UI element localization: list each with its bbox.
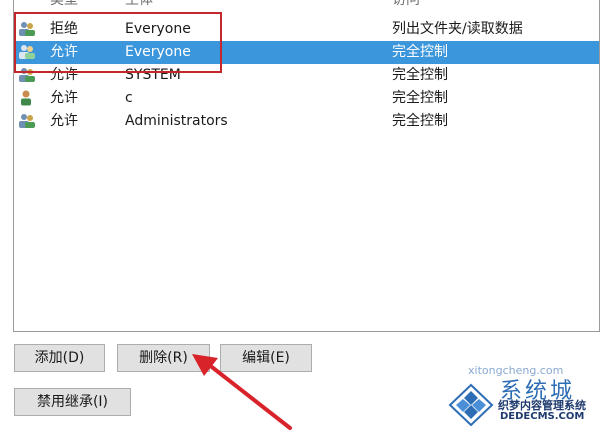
entry-type: 允许 (50, 90, 78, 106)
column-header-principal[interactable]: 主体 (125, 0, 375, 12)
add-button[interactable]: 添加(D) (14, 344, 105, 372)
user-group-icon (18, 110, 38, 133)
annotation-arrow-icon (192, 354, 292, 430)
entry-access: 完全控制 (392, 67, 448, 83)
entry-principal: Administrators (125, 113, 228, 129)
list-header: 类型 主体 访问 (14, 0, 599, 12)
entry-access: 列出文件夹/读取数据 (392, 21, 523, 37)
entry-principal: c (125, 90, 133, 106)
disable-inheritance-button[interactable]: 禁用继承(I) (14, 388, 131, 416)
entry-access: 完全控制 (392, 113, 448, 129)
entry-type: 允许 (50, 113, 78, 129)
user-icon (18, 87, 38, 110)
entry-access: 完全控制 (392, 90, 448, 106)
permission-entry-row[interactable]: 允许 Administrators 完全控制 (14, 110, 599, 133)
annotation-highlight-box (14, 12, 222, 73)
site-watermark: 系统城 xitongcheng.com 织梦内容管理系统 DEDECMS.COM (446, 377, 604, 432)
column-header-type[interactable]: 类型 (50, 0, 120, 12)
permission-entry-row[interactable]: 允许 c 完全控制 (14, 87, 599, 110)
watermark-site-label-visible: xitongcheng.com (468, 364, 564, 377)
column-header-access[interactable]: 访问 (392, 0, 592, 12)
entry-access: 完全控制 (392, 44, 448, 60)
watermark-cms-domain: DEDECMS.COM (500, 411, 585, 422)
windows-logo-icon (448, 383, 494, 427)
